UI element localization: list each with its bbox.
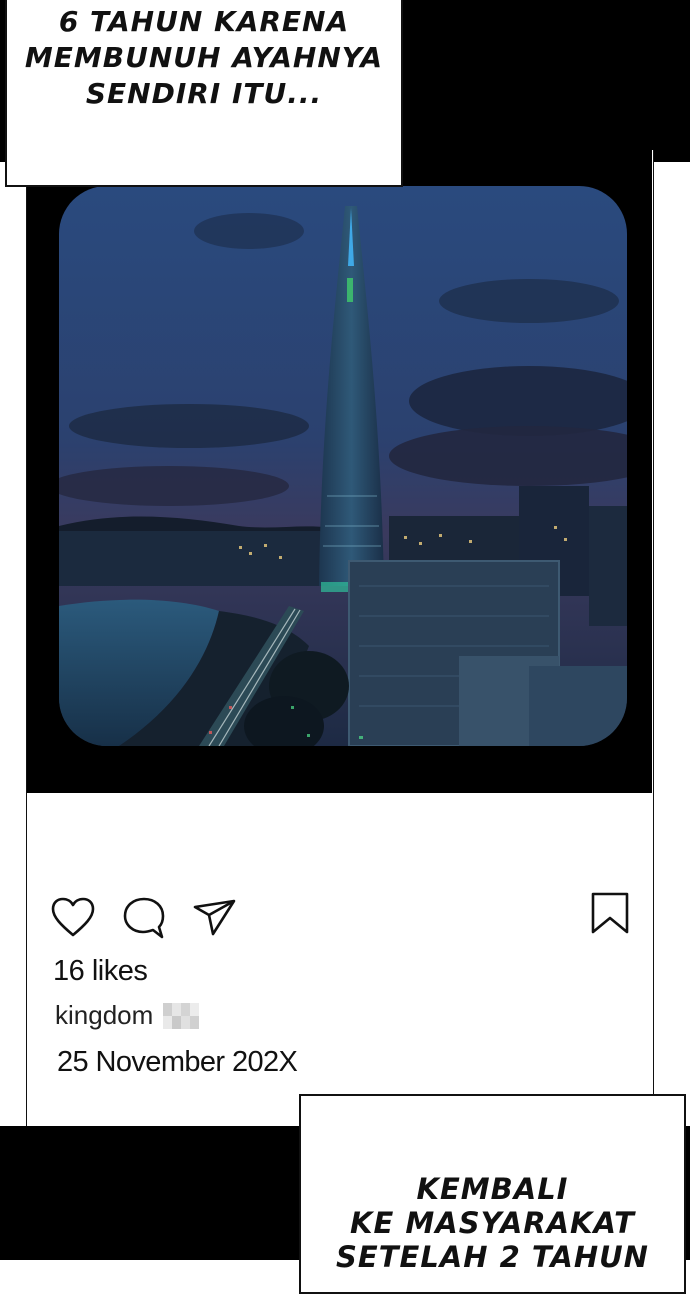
caption-line: 6 TAHUN KARENA xyxy=(58,5,350,38)
post-date: 25 November 202X xyxy=(57,1046,298,1078)
likes-count[interactable]: 16 likes xyxy=(53,955,148,988)
caption-line: MEMBUNUH AYAHNYA xyxy=(24,41,384,74)
social-post-card: 16 likes kingdom 25 November 202X xyxy=(26,150,654,1126)
censored-username-suffix xyxy=(163,1003,199,1029)
comment-icon[interactable] xyxy=(122,896,166,940)
heart-icon[interactable] xyxy=(51,897,95,937)
narration-caption-top: 6 TAHUN KARENA MEMBUNUH AYAHNYA SENDIRI … xyxy=(5,0,403,187)
caption-line: SETELAH 2 TAHUN xyxy=(336,1240,649,1274)
caption-line: SENDIRI ITU... xyxy=(85,77,323,110)
caption-line: KEMBALI xyxy=(416,1172,569,1206)
night-city-skyline-image xyxy=(59,186,627,746)
caption-line: KE MASYARAKAT xyxy=(350,1206,635,1240)
paper-plane-icon[interactable] xyxy=(193,899,237,937)
post-username[interactable]: kingdom xyxy=(55,1000,153,1031)
bookmark-icon[interactable] xyxy=(590,891,630,935)
photo-frame xyxy=(27,150,652,793)
post-photo[interactable] xyxy=(59,186,627,746)
narration-caption-bottom: KEMBALI KE MASYARAKAT SETELAH 2 TAHUN xyxy=(299,1094,686,1294)
post-actions-bar xyxy=(27,885,652,945)
